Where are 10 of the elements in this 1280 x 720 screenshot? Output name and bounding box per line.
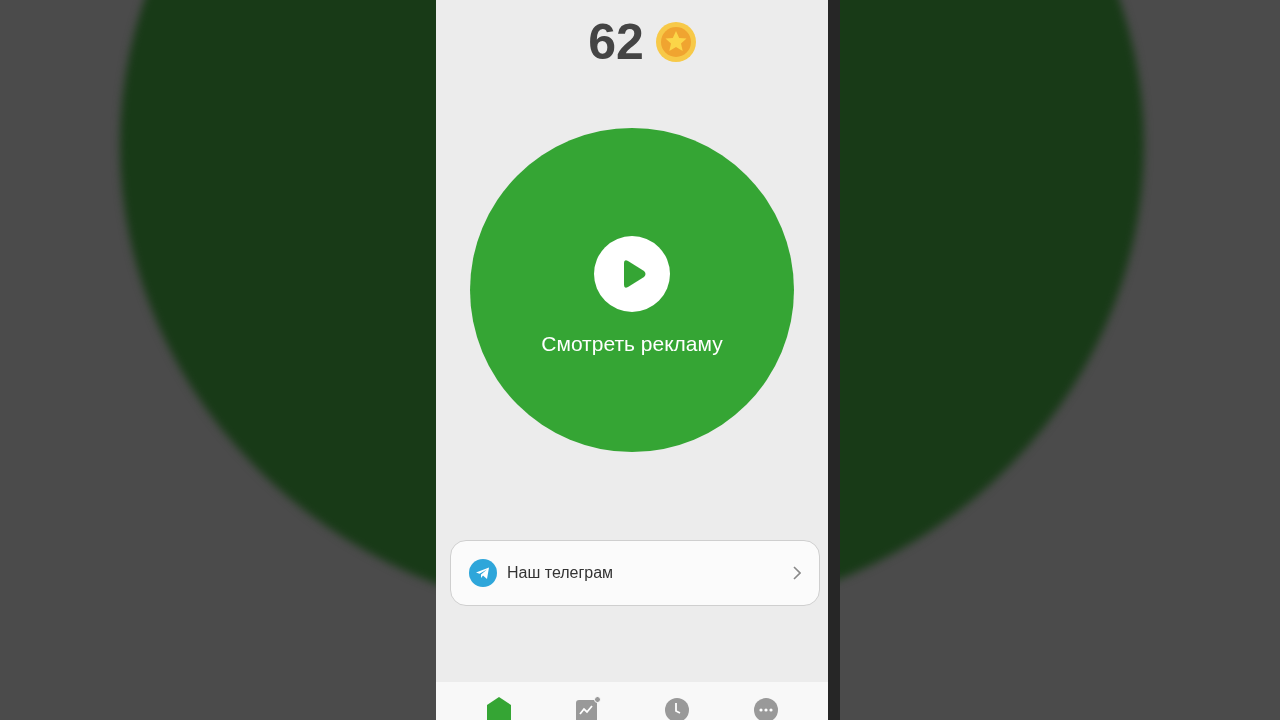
score-value: 62 <box>588 13 644 71</box>
star-coin-icon <box>655 22 696 62</box>
more-tab[interactable] <box>752 696 779 720</box>
history-tab[interactable] <box>663 696 690 720</box>
stats-tab[interactable] <box>574 696 601 720</box>
chevron-right-icon <box>793 566 801 580</box>
play-icon <box>594 236 670 312</box>
telegram-icon <box>469 559 497 587</box>
home-tab[interactable] <box>485 696 512 720</box>
telegram-link[interactable]: Наш телеграм <box>450 540 820 606</box>
